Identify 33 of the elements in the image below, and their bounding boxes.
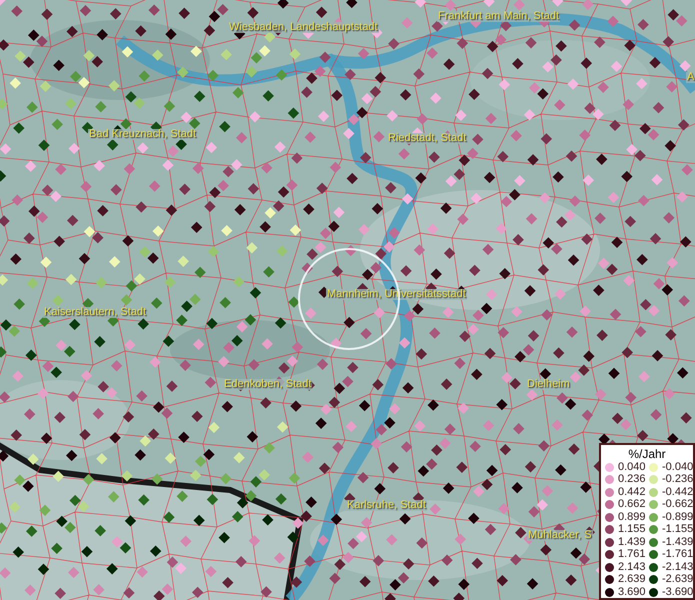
legend-value: 3.690 bbox=[618, 586, 646, 598]
legend-value: -0.899 bbox=[662, 512, 694, 523]
place-label: Mühlacker, S bbox=[527, 530, 593, 541]
legend-value: 0.040 bbox=[618, 462, 646, 473]
legend-value: 0.442 bbox=[618, 486, 646, 498]
legend-value: -1.155 bbox=[662, 524, 694, 536]
place-label: Karlsruhe, Stadt bbox=[346, 500, 427, 511]
legend-value: 0.662 bbox=[618, 499, 646, 510]
place-label: A bbox=[686, 72, 695, 83]
place-label: Frankfurt am Main, Stadt bbox=[437, 11, 560, 22]
place-label: Dielheim bbox=[526, 379, 571, 390]
place-label: Kaiserslautern, Stadt bbox=[43, 307, 148, 318]
legend-value: 0.899 bbox=[618, 512, 646, 523]
place-label: Edenkoben, Stadt bbox=[223, 379, 312, 390]
legend-value: 1.439 bbox=[618, 536, 646, 548]
legend-value: -0.442 bbox=[662, 486, 694, 498]
legend-value: -0.040 bbox=[662, 462, 694, 473]
place-label: Bad Kreuznach, Stadt bbox=[88, 129, 198, 140]
legend-value: 2.143 bbox=[618, 562, 646, 573]
legend-value: 1.155 bbox=[618, 524, 646, 536]
legend-value: -0.236 bbox=[662, 474, 694, 486]
legend-value: -1.761 bbox=[662, 549, 694, 560]
legend-value: -2.639 bbox=[662, 574, 694, 586]
legend-value: 1.761 bbox=[618, 549, 646, 560]
place-label: Riedstadt, Stadt bbox=[387, 133, 468, 144]
legend-value: 0.236 bbox=[618, 474, 646, 486]
legend-value: -3.690 bbox=[662, 586, 694, 598]
legend-value: -0.662 bbox=[662, 499, 694, 510]
legend-title: %/Jahr bbox=[627, 447, 667, 461]
legend-value: -2.143 bbox=[662, 562, 694, 573]
legend-value: -1.439 bbox=[662, 536, 694, 548]
legend-value: 2.639 bbox=[618, 574, 646, 586]
place-label: Wiesbaden, Landeshauptstadt bbox=[228, 22, 379, 33]
